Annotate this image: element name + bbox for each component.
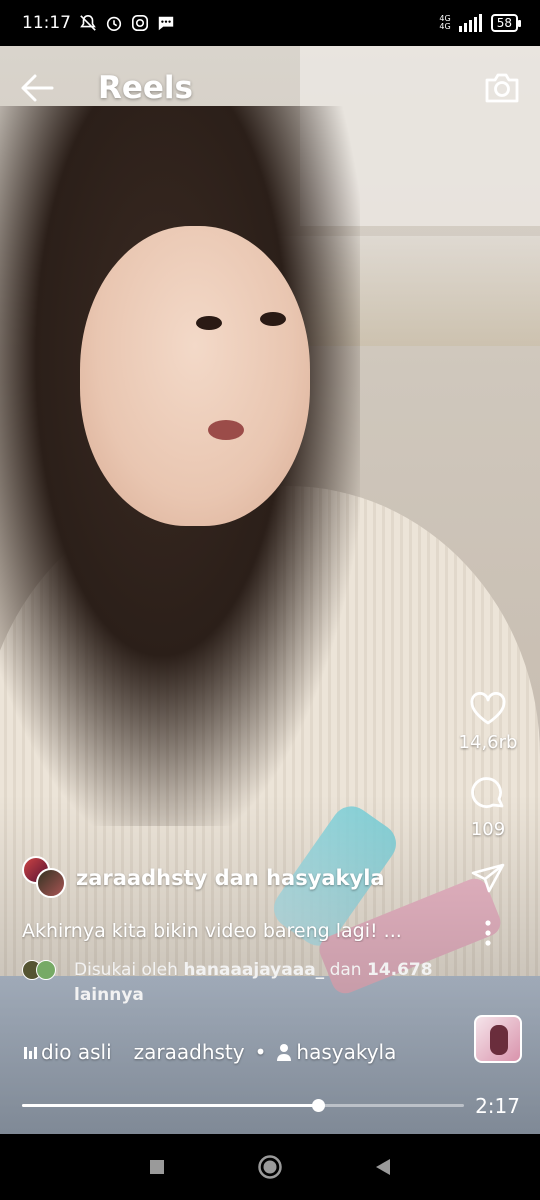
back-triangle-icon[interactable]	[374, 1158, 392, 1176]
audio-bars-icon	[24, 1045, 37, 1059]
liked-user[interactable]: hanaaajayaaa_	[183, 960, 324, 980]
liked-by-text[interactable]: Disukai oleh hanaaajayaaa_ dan 14.678 la…	[74, 958, 472, 1008]
recents-button[interactable]	[137, 1147, 177, 1187]
status-bar: 11:17 4G 4G 58	[0, 0, 540, 46]
progress-fill	[22, 1104, 319, 1107]
camera-icon[interactable]	[484, 72, 520, 104]
avatar	[36, 960, 56, 980]
battery-indicator: 58	[490, 14, 522, 32]
status-time: 11:17	[22, 13, 71, 33]
liked-avatars	[22, 960, 72, 982]
signal-icon	[458, 14, 482, 32]
right-eye	[260, 312, 286, 326]
mouth	[208, 420, 244, 440]
page-title: Reels	[98, 70, 193, 106]
audio-owner[interactable]: zaraadhsty	[134, 1040, 245, 1064]
tagged-user[interactable]: hasyakyla	[296, 1040, 396, 1064]
tagged-user-group[interactable]: hasyakyla	[276, 1040, 396, 1064]
liked-count[interactable]: 14.678	[367, 960, 433, 980]
comment-action[interactable]: 109	[469, 775, 507, 840]
liked-suffix[interactable]: lainnya	[74, 985, 144, 1005]
more-options-action[interactable]	[484, 920, 492, 946]
progress-knob[interactable]	[312, 1099, 326, 1112]
creators-names[interactable]: zaraadhsty dan hasyakyla	[76, 866, 385, 890]
liked-prefix: Disukai oleh	[74, 960, 178, 980]
like-count[interactable]: 14,6rb	[459, 732, 518, 753]
like-action[interactable]: 14,6rb	[459, 692, 518, 753]
share-action[interactable]	[470, 862, 506, 894]
home-circle-icon[interactable]	[257, 1154, 283, 1180]
home-button[interactable]	[250, 1147, 290, 1187]
post-caption[interactable]: Akhirnya kita bikin video bareng lagi! .…	[22, 920, 472, 942]
post-info: zaraadhsty dan hasyakyla Akhirnya kita b…	[22, 856, 472, 1008]
alarm-icon	[106, 16, 122, 32]
playback-progress[interactable]	[22, 1094, 464, 1118]
instagram-notification-icon	[131, 14, 149, 32]
back-arrow-icon[interactable]	[20, 73, 54, 103]
remaining-time: 2:17	[475, 1094, 520, 1118]
network-type: 4G 4G	[439, 15, 450, 31]
system-navigation-bar	[0, 1134, 540, 1200]
comment-icon[interactable]	[469, 775, 507, 813]
person-icon	[277, 1044, 292, 1061]
liked-conj: dan	[329, 960, 362, 980]
audio-album-thumbnail[interactable]	[474, 1015, 522, 1063]
reels-header: Reels	[0, 60, 540, 116]
send-icon[interactable]	[470, 862, 506, 894]
more-vertical-icon[interactable]	[484, 920, 492, 946]
audio-label[interactable]: dio asli	[41, 1040, 112, 1064]
face	[80, 226, 310, 526]
recents-square-icon[interactable]	[149, 1159, 165, 1175]
audio-separator: •	[254, 1040, 267, 1064]
comment-count[interactable]: 109	[471, 819, 505, 840]
audio-row[interactable]: dio asli zaraadhsty • hasyakyla	[24, 1040, 396, 1064]
audio-label-group[interactable]: dio asli	[24, 1040, 112, 1064]
heart-icon[interactable]	[469, 692, 507, 726]
creators-row[interactable]: zaraadhsty dan hasyakyla	[22, 856, 472, 900]
message-notification-icon	[158, 16, 174, 31]
network-bottom: 4G	[439, 22, 451, 31]
left-eye	[196, 316, 222, 330]
avatar[interactable]	[36, 868, 66, 898]
mute-bell-icon	[80, 14, 96, 31]
creator-avatars[interactable]	[22, 856, 66, 900]
liked-by-row[interactable]: Disukai oleh hanaaajayaaa_ dan 14.678 la…	[22, 958, 472, 1008]
back-button[interactable]	[363, 1147, 403, 1187]
